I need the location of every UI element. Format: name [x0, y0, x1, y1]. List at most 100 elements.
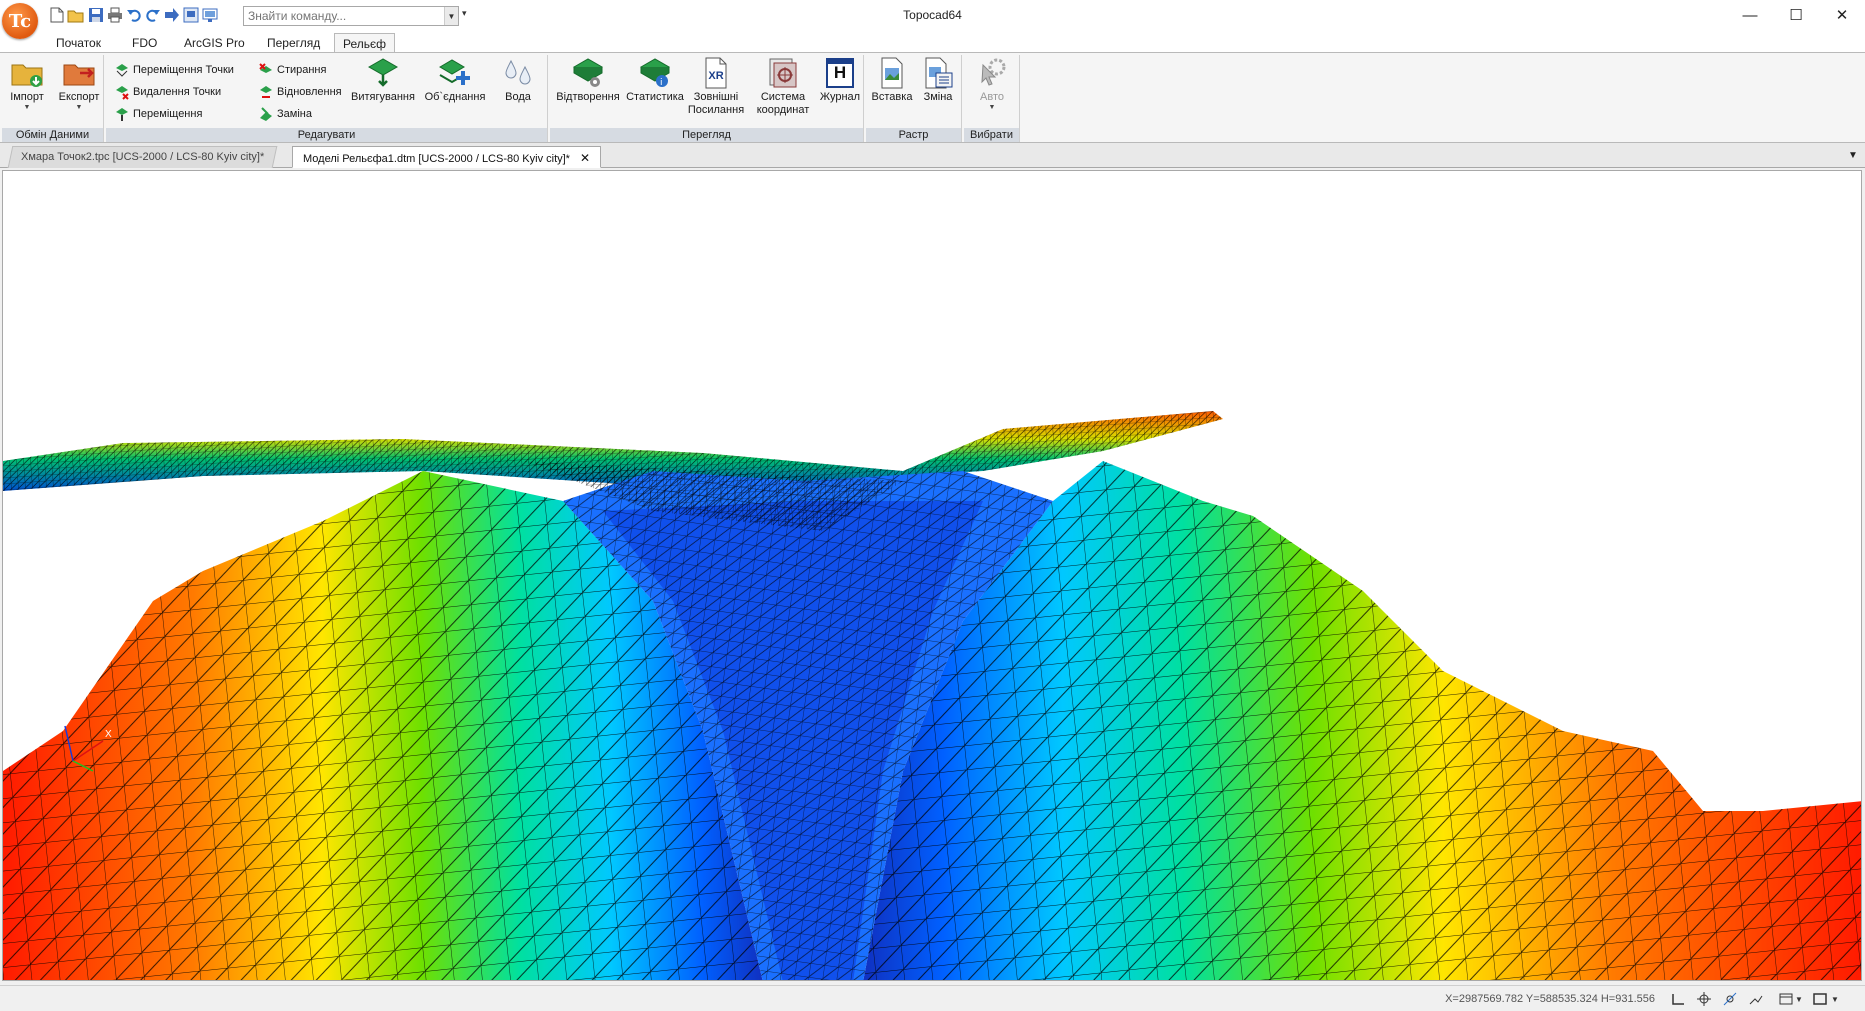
- track-icon[interactable]: [1722, 992, 1738, 1006]
- new-file-icon[interactable]: [48, 6, 66, 24]
- viewport-icon[interactable]: [1812, 992, 1828, 1006]
- terrain-mesh-render: X Y: [3, 411, 1861, 980]
- command-search-input[interactable]: [243, 6, 459, 26]
- external-references-label-line1: Зовнішні: [693, 91, 739, 103]
- merge-label: Об`єднання: [424, 91, 486, 103]
- export-button[interactable]: Експорт ▼: [54, 57, 104, 111]
- minimize-icon[interactable]: —: [1727, 0, 1773, 30]
- statistics-icon: i: [639, 58, 671, 88]
- group-select: Авто ▼ Вибрати: [964, 55, 1020, 142]
- raster-insert-label: Вставка: [871, 91, 913, 103]
- journal-icon-text: H: [833, 63, 847, 82]
- group-label-view: Перегляд: [550, 128, 863, 142]
- print-preview-icon[interactable]: [182, 6, 200, 24]
- measure-icon[interactable]: [1748, 992, 1764, 1006]
- ortho-toggle-icon[interactable]: [1670, 992, 1686, 1006]
- forward-arrow-icon[interactable]: [163, 6, 181, 24]
- tab-fdo[interactable]: FDO: [124, 33, 165, 52]
- extrude-button[interactable]: Витягування: [350, 57, 416, 104]
- erase-button[interactable]: Стирання: [258, 61, 326, 79]
- tab-list-dropdown-icon[interactable]: ▼: [1848, 150, 1858, 161]
- restore-label: Відновлення: [277, 86, 342, 98]
- journal-button[interactable]: H Журнал: [818, 57, 862, 104]
- auto-select-cursor-icon: [981, 58, 1006, 86]
- document-tab-bar: Хмара Точок2.tpc [UCS-2000 / LCS-80 Kyiv…: [0, 143, 1865, 168]
- export-label: Експорт: [58, 91, 100, 103]
- statistics-button[interactable]: i Статистика: [624, 57, 686, 104]
- move-point-icon: [116, 64, 128, 77]
- restore-icon: [260, 86, 272, 98]
- doc-tab-terrain-model[interactable]: Моделі Рельєфа1.dtm [UCS-2000 / LCS-80 K…: [292, 146, 602, 168]
- save-icon[interactable]: [87, 6, 105, 24]
- external-references-icon-text: XR: [708, 70, 724, 82]
- import-button[interactable]: Імпорт ▼: [4, 57, 50, 111]
- journal-label: Журнал: [819, 91, 861, 103]
- snap-icon[interactable]: [1696, 992, 1712, 1006]
- terrain-3d-viewport[interactable]: X Y: [2, 170, 1862, 981]
- layout-dropdown-icon[interactable]: ▼: [1794, 992, 1804, 1006]
- ribbon: Імпорт ▼ Експорт ▼ Обмін Даними Переміще…: [0, 52, 1865, 143]
- erase-label: Стирання: [277, 64, 327, 76]
- close-tab-icon[interactable]: ✕: [580, 151, 590, 165]
- raster-change-button[interactable]: Зміна: [916, 57, 960, 104]
- replace-label: Заміна: [277, 108, 312, 120]
- tab-arcgis-pro[interactable]: ArcGIS Pro: [176, 33, 253, 52]
- move-point-label: Переміщення Точки: [133, 64, 234, 76]
- move-icon: [116, 108, 128, 121]
- auto-select-button[interactable]: Авто ▼: [968, 57, 1016, 111]
- app-logo-text: Tc: [8, 10, 32, 32]
- export-screen-icon[interactable]: [201, 6, 219, 24]
- doc-tab-terrain-model-label: Моделі Рельєфа1.dtm [UCS-2000 / LCS-80 K…: [303, 153, 570, 165]
- coordinate-system-button[interactable]: Система координат: [750, 57, 816, 117]
- tab-home[interactable]: Початок: [48, 33, 109, 52]
- export-dropdown-icon: ▼: [75, 104, 83, 111]
- coordinate-system-icon: [769, 58, 797, 88]
- delete-point-button[interactable]: Видалення Точки: [114, 83, 221, 101]
- print-icon[interactable]: [106, 6, 124, 24]
- raster-insert-button[interactable]: Вставка: [870, 57, 914, 104]
- cursor-coordinates: X=2987569.782 Y=588535.324 H=931.556: [1445, 993, 1655, 1005]
- group-label-exchange: Обмін Даними: [2, 128, 103, 142]
- group-data-exchange: Імпорт ▼ Експорт ▼ Обмін Даними: [2, 55, 104, 142]
- render-button[interactable]: Відтворення: [554, 57, 622, 104]
- close-window-icon[interactable]: ✕: [1819, 0, 1865, 30]
- replace-icon: [260, 107, 272, 121]
- auto-select-label: Авто: [980, 91, 1004, 103]
- move-button[interactable]: Переміщення: [114, 105, 202, 123]
- group-label-edit: Редагувати: [106, 128, 547, 142]
- viewport-dropdown-icon[interactable]: ▼: [1830, 992, 1840, 1006]
- tab-view[interactable]: Перегляд: [259, 33, 328, 52]
- undo-icon[interactable]: [125, 6, 143, 24]
- quick-access-customize-icon[interactable]: ▾: [462, 8, 467, 19]
- merge-button[interactable]: Об`єднання: [420, 57, 490, 104]
- axis-y-label: Y: [61, 715, 68, 726]
- move-point-button[interactable]: Переміщення Точки: [114, 61, 234, 79]
- redo-icon[interactable]: [144, 6, 162, 24]
- open-folder-icon[interactable]: [67, 6, 85, 24]
- water-button[interactable]: Вода: [496, 57, 540, 104]
- status-bar: X=2987569.782 Y=588535.324 H=931.556 ▼ ▼: [0, 985, 1865, 1011]
- merge-icon: [439, 59, 470, 85]
- command-search-dropdown-icon[interactable]: ▼: [444, 7, 458, 25]
- external-references-label-line2: Посилання: [687, 104, 745, 116]
- ribbon-tab-bar: Початок FDO ArcGIS Pro Перегляд Рельєф ?: [0, 30, 1865, 77]
- statistics-label: Статистика: [626, 91, 684, 103]
- maximize-icon[interactable]: ☐: [1773, 0, 1819, 30]
- external-references-button[interactable]: XR Зовнішні Посилання: [686, 57, 746, 117]
- tab-relief[interactable]: Рельєф: [334, 33, 396, 52]
- render-label: Відтворення: [556, 91, 620, 103]
- import-folder-icon: [11, 64, 43, 87]
- group-label-select: Вибрати: [964, 128, 1019, 142]
- doc-tab-point-cloud[interactable]: Хмара Точок2.tpc [UCS-2000 / LCS-80 Kyiv…: [7, 146, 278, 168]
- delete-point-icon: [116, 86, 129, 100]
- group-raster: Вставка Зміна Растр: [866, 55, 962, 142]
- group-edit: Переміщення Точки Видалення Точки Перемі…: [106, 55, 548, 142]
- app-logo[interactable]: Tc: [2, 3, 38, 39]
- extrude-icon: [367, 58, 399, 87]
- title-bar: Tc ▼ ▾ Topocad64 — ☐ ✕: [0, 0, 1865, 39]
- extrude-label: Витягування: [351, 91, 415, 103]
- erase-icon: [259, 63, 272, 73]
- replace-button[interactable]: Заміна: [258, 105, 312, 123]
- layout-icon[interactable]: [1778, 992, 1794, 1006]
- restore-button[interactable]: Відновлення: [258, 83, 342, 101]
